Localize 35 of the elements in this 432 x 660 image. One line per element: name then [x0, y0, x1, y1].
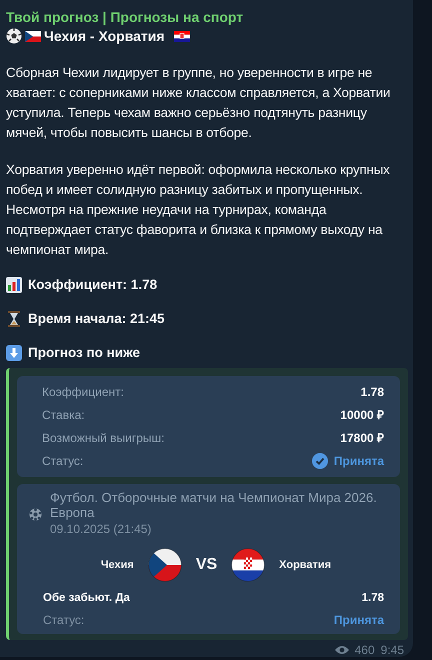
- row-value: 10000 ₽: [340, 407, 384, 423]
- bar-chart-icon: [6, 277, 22, 293]
- info-line: Прогноз по ниже: [28, 344, 140, 362]
- view-count: 460: [354, 643, 375, 657]
- row-value: 17800 ₽: [340, 430, 384, 446]
- flag-icon: [25, 30, 41, 42]
- post-paragraph: Сборная Чехии лидирует в группе, но уверенности в игре не хватает: с соперниками ниже классом справляется, а Хорватии уступила. Теперь чехам важно серьёзно подтянуть разницу мячей, чтобы повысить шансы в отборе.: [6, 64, 392, 142]
- bet-odds: 1.78: [362, 591, 384, 606]
- soccer-ball-icon: [29, 508, 42, 520]
- flag-icon: [148, 548, 182, 582]
- row-label: Возможный выигрыш:: [42, 430, 164, 446]
- check-icon: [312, 453, 328, 469]
- row-label: Ставка:: [42, 407, 85, 423]
- row-label: Коэффициент:: [42, 384, 124, 400]
- row-label: Статус:: [42, 453, 84, 469]
- bet-pick: Обе забьют. Да: [43, 591, 130, 606]
- post-time: 9:45: [380, 643, 404, 657]
- post-paragraph: Хорватия уверенно идёт первой: оформила несколько крупных побед и имеет солидную разницу забитых и пропущенных. Несмотря на прежние неудачи на турнирах, команда подтверждает статус фаворита и близка к прямому выходу на чемпионат мира.: [6, 161, 391, 259]
- channel-name[interactable]: Твой прогноз | Прогнозы на спорт: [6, 8, 408, 26]
- match-date: 09.10.2025 (21:45): [50, 521, 152, 538]
- hourglass-icon: [6, 311, 22, 327]
- soccer-ball-icon: [6, 28, 22, 44]
- info-line: Время начала: 21:45: [28, 310, 164, 328]
- row-value: 1.78: [360, 384, 384, 400]
- flag-icon: [231, 548, 266, 582]
- team-name: Чехия: [100, 559, 134, 571]
- row-label: Статус:: [43, 612, 84, 628]
- status-text: Принята: [334, 453, 384, 469]
- team-name: Хорватия: [279, 559, 332, 571]
- tournament-name: Футбол. Отборочные матчи на Чемпионат Мира 2026. Европа: [50, 490, 378, 520]
- info-line: Коэффициент: 1.78: [28, 276, 158, 294]
- flag-icon: [174, 30, 190, 42]
- status-text: Принята: [334, 612, 384, 628]
- post-headline: Чехия - Хорватия: [44, 27, 165, 46]
- versus-label: VS: [196, 556, 218, 574]
